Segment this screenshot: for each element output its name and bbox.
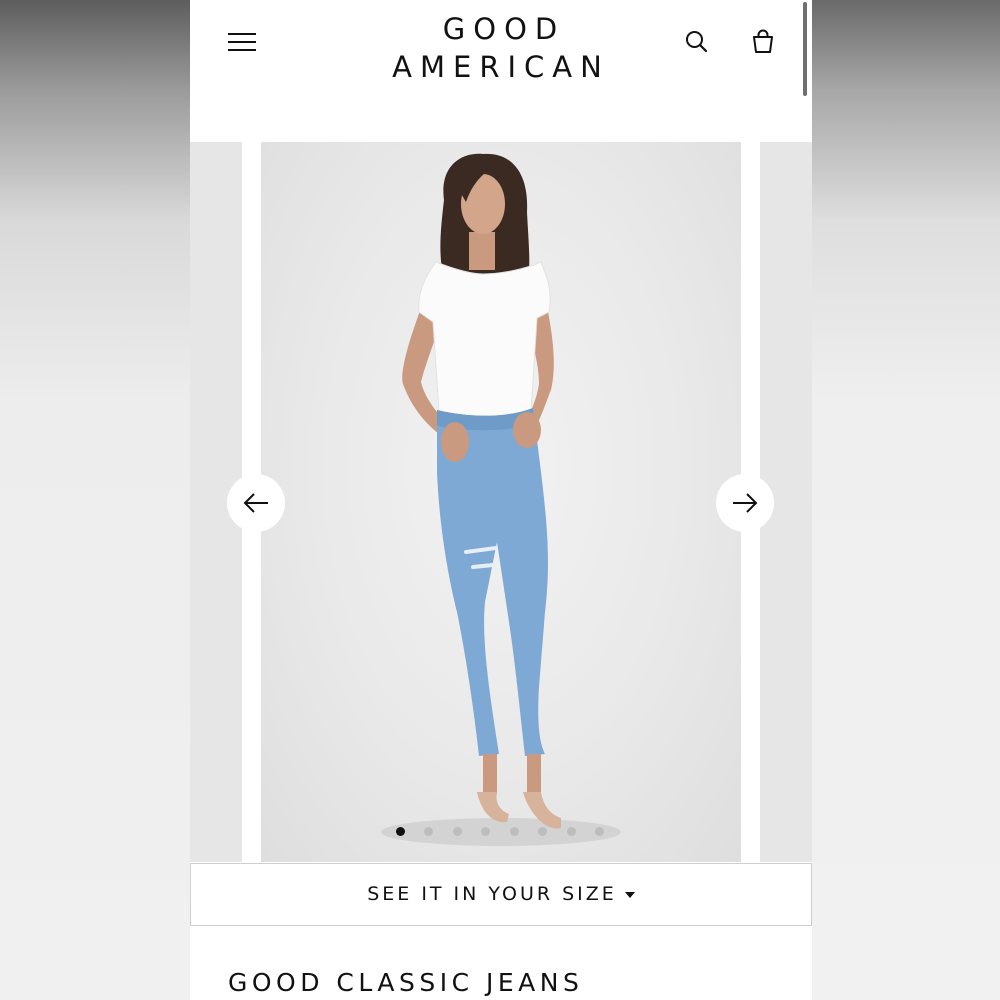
brand-logo[interactable]: GOOD AMERICAN	[350, 10, 652, 86]
search-icon[interactable]	[682, 27, 712, 57]
background-right	[812, 0, 1000, 1000]
pagination-dot[interactable]	[510, 827, 519, 836]
size-button-label: SEE IT IN YOUR SIZE	[367, 883, 617, 905]
brand-line-2: AMERICAN	[392, 50, 610, 84]
mobile-page: GOOD AMERICAN SEE IT IN YOUR SIZE GOOD C…	[190, 0, 812, 1000]
product-image	[261, 142, 741, 862]
pagination-dot[interactable]	[538, 827, 547, 836]
arrow-left-icon[interactable]	[227, 474, 285, 532]
product-title: GOOD CLASSIC JEANS	[228, 968, 584, 997]
site-header: GOOD AMERICAN	[190, 0, 812, 142]
product-image-carousel[interactable]	[190, 142, 812, 862]
caret-down-icon	[624, 891, 635, 898]
pagination-dot[interactable]	[453, 827, 462, 836]
pagination-dot[interactable]	[481, 827, 490, 836]
see-it-in-your-size-button[interactable]: SEE IT IN YOUR SIZE	[190, 863, 812, 926]
pagination-dot[interactable]	[567, 827, 576, 836]
scrollbar-thumb[interactable]	[803, 2, 807, 96]
pagination-dot[interactable]	[595, 827, 604, 836]
pagination-dot[interactable]	[424, 827, 433, 836]
shopping-bag-icon[interactable]	[748, 27, 778, 57]
hamburger-menu-icon[interactable]	[226, 30, 258, 54]
model-illustration	[381, 153, 621, 846]
brand-line-1: GOOD	[442, 12, 566, 46]
pagination-dot[interactable]	[396, 827, 405, 836]
arrow-right-icon[interactable]	[716, 474, 774, 532]
